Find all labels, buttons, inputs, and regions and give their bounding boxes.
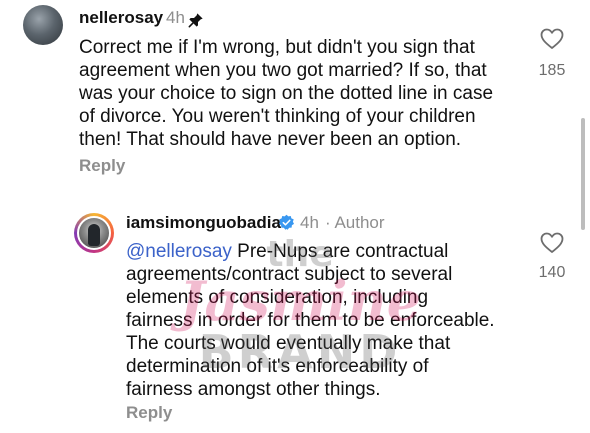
comment-line: then! That should have never been an opt…	[79, 129, 462, 150]
comment-text: Correct me if I'm wrong, but didn't you …	[79, 36, 529, 151]
comment-text: @nellerosay Pre-Nups are contractual agr…	[126, 240, 536, 401]
verified-badge-icon	[278, 214, 295, 230]
comment-line: fairness in order for them to be enforce…	[126, 310, 495, 331]
comment-line: @nellerosay Pre-Nups are contractual	[126, 241, 449, 262]
comment-line: The courts would eventually make that	[126, 333, 451, 354]
comment-line: fairness amongst other things.	[126, 379, 381, 400]
mention-link[interactable]: @nellerosay	[126, 241, 232, 262]
comment-time: 4h	[166, 8, 185, 27]
comment-line: of divorce. You weren't thinking of your…	[79, 106, 476, 127]
like-count: 140	[538, 264, 566, 281]
comment-line: was your choice to sign on the dotted li…	[79, 83, 494, 104]
comment-username[interactable]: nellerosay	[79, 8, 163, 28]
comment-line: agreements/contract subject to several	[126, 264, 453, 285]
reply-button[interactable]: Reply	[79, 156, 125, 176]
comment-time: 4h	[300, 213, 319, 232]
like-count: 185	[538, 62, 566, 79]
like-heart-icon[interactable]	[540, 28, 564, 50]
comment-line: determination of it's enforceability of	[126, 356, 429, 377]
avatar-figure	[88, 224, 100, 246]
scrollbar[interactable]	[581, 118, 585, 230]
avatar-nellerosay[interactable]	[23, 5, 63, 45]
comment-line: elements of consideration, including	[126, 287, 429, 308]
avatar-ring[interactable]	[74, 213, 114, 253]
avatar-iamsimonguobadia[interactable]	[77, 216, 111, 250]
comment-line: agreement when you two got married? If s…	[79, 60, 487, 81]
comment-username[interactable]: iamsimonguobadia	[126, 213, 281, 233]
author-label: · Author	[325, 213, 385, 232]
pin-icon	[188, 13, 203, 28]
like-heart-icon[interactable]	[540, 232, 564, 254]
comment-line: Correct me if I'm wrong, but didn't you …	[79, 37, 475, 58]
reply-button[interactable]: Reply	[126, 403, 172, 423]
